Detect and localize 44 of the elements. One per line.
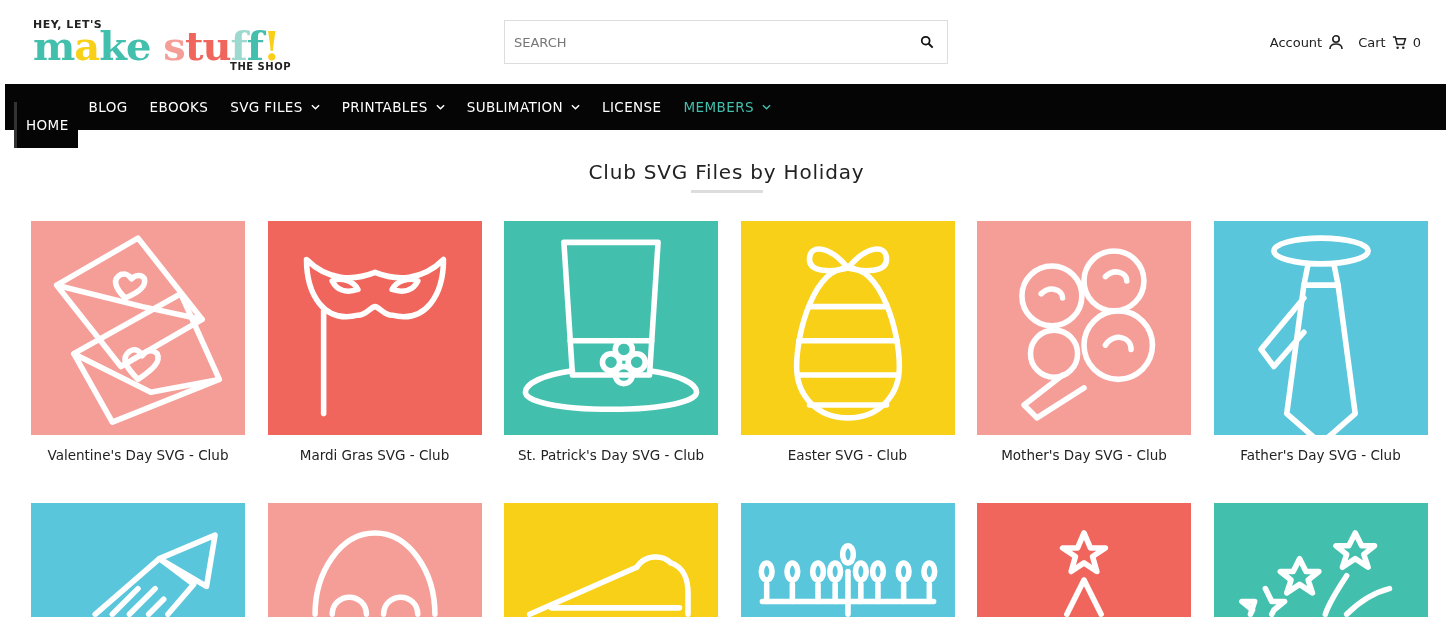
category-caption[interactable]: Easter SVG - Club <box>740 447 955 471</box>
nav-item[interactable]: BLOG <box>77 99 139 115</box>
egg-icon <box>793 246 902 421</box>
nav-item[interactable]: LICENSE <box>591 99 673 115</box>
section-heading: Club SVG Files by Holiday <box>587 160 866 184</box>
cart-link[interactable]: Cart <box>1358 34 1386 50</box>
search-field[interactable]: SEARCH <box>504 20 948 64</box>
cart-icon[interactable] <box>1391 34 1407 50</box>
category-caption[interactable]: St. Patrick's Day SVG - Club <box>504 447 718 471</box>
top-hat-icon <box>522 239 700 413</box>
necktie-icon <box>1257 235 1371 435</box>
category-caption[interactable]: Valentine's Day SVG - Club <box>31 447 245 471</box>
logo-tagline: HEY, LET'S <box>33 18 103 30</box>
nav-item[interactable]: HOME <box>14 102 78 148</box>
mask-icon <box>303 256 446 417</box>
category-tile[interactable] <box>267 221 482 435</box>
category-tile[interactable] <box>31 221 245 435</box>
firework-rocket-icon <box>92 532 218 617</box>
nav-item[interactable]: EBOOKS <box>138 99 220 115</box>
nav-item[interactable]: PRINTABLES <box>330 99 456 115</box>
caret-icon <box>435 104 445 110</box>
nav-item[interactable]: MEMBERS <box>672 99 782 115</box>
nav-item[interactable]: SVG FILES <box>219 99 331 115</box>
category-caption[interactable]: Father's Day SVG - Club <box>1213 447 1428 471</box>
category-caption[interactable]: Mother's Day SVG - Club <box>977 447 1191 471</box>
user-icon[interactable] <box>1328 34 1345 50</box>
caret-icon <box>761 104 771 110</box>
fireworks-icon <box>1238 530 1392 617</box>
cart-count: 0 <box>1412 34 1421 50</box>
caret-icon <box>310 104 320 110</box>
caret-icon <box>571 104 581 110</box>
category-caption[interactable]: Mardi Gras SVG - Club <box>267 447 482 471</box>
menorah-icon <box>758 543 937 617</box>
nav-item[interactable]: SUBLIMATION <box>455 99 592 115</box>
category-tile[interactable] <box>740 221 955 435</box>
envelopes-icon <box>53 235 223 425</box>
category-tile[interactable] <box>504 221 718 435</box>
search-icon[interactable] <box>920 35 934 49</box>
account-link[interactable]: Account <box>1269 34 1323 50</box>
logo-subtitle: THE SHOP <box>230 61 291 72</box>
tree-icon <box>1059 530 1109 617</box>
pie-slice-icon <box>526 554 691 617</box>
category-tile[interactable] <box>977 221 1191 435</box>
category-tile[interactable] <box>1213 221 1428 435</box>
